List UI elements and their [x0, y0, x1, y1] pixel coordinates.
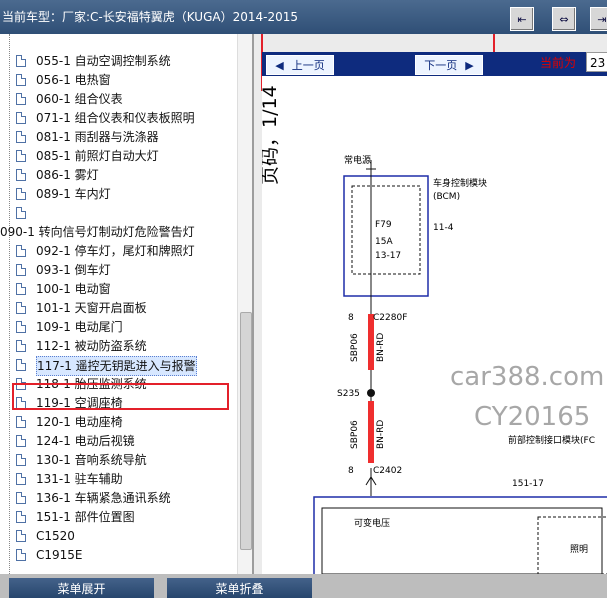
document-icon [16, 473, 26, 485]
document-icon [16, 74, 26, 86]
current-page-input[interactable]: 23 [586, 52, 607, 72]
fit-page-button[interactable]: ⇔ [552, 7, 576, 31]
current-page-label: 当前为 [540, 56, 577, 70]
document-icon [16, 435, 26, 447]
document-icon [16, 245, 26, 257]
document-icon [16, 131, 26, 143]
document-icon [16, 188, 26, 200]
expand-menu-button[interactable]: 菜单展开 [9, 578, 154, 598]
document-icon [16, 454, 26, 466]
document-icon [16, 359, 26, 371]
document-icon [16, 340, 26, 352]
document-icon [16, 93, 26, 105]
wire-color-top: BN-RD [376, 333, 386, 362]
wire-sbp06-bottom: SBP06 [350, 420, 360, 449]
window-title: 当前车型：厂家:C-长安福特翼虎（KUGA）2014-2015 [2, 10, 298, 24]
sidebar-scrollbar[interactable] [237, 34, 252, 574]
bcm-box [343, 175, 429, 297]
location-151-17: 151-17 [512, 479, 544, 489]
last-page-button[interactable]: ⇥ [590, 7, 607, 31]
variable-voltage-label: 可变电压 [354, 517, 390, 529]
bottom-bar: 菜单展开 菜单折叠 [0, 574, 607, 598]
interface-module-label: 前部控制接口模块(FC [508, 434, 595, 446]
connector-c2402: C2402 [373, 466, 402, 476]
document-icon [16, 302, 26, 314]
page-marker: 页码，1/14 [262, 85, 281, 185]
watermark-code: CY20165 [474, 402, 591, 432]
wiring-diagram-page: 页码，1/14 常电源 车身控制模块 (BCM) 11-4 F79 15A 13… [259, 76, 607, 574]
bcm-code: (BCM) [433, 192, 460, 202]
window-titlebar: 当前车型：厂家:C-长安福特翼虎（KUGA）2014-2015 ⇤ ⇔ ⇥ [0, 0, 607, 34]
wiring-diagram: 页码，1/14 常电源 车身控制模块 (BCM) 11-4 F79 15A 13… [259, 85, 607, 574]
document-icon [16, 264, 26, 276]
pin-label-11-4: 11-4 [433, 223, 454, 233]
wire-sbp06-top: SBP06 [350, 333, 360, 362]
document-icon [16, 283, 26, 295]
fuse-code: F79 [375, 220, 392, 230]
document-icon [16, 207, 26, 219]
scroll-thumb[interactable] [240, 312, 252, 550]
document-icon [16, 321, 26, 333]
document-icon [16, 511, 26, 523]
selection-highlight [12, 383, 229, 410]
red-wire-segment-2 [368, 401, 374, 463]
document-icon [16, 169, 26, 181]
lighting-label: 照明 [570, 544, 588, 555]
next-page-button[interactable]: 下一页 ▶ [415, 55, 483, 75]
fuse-amp: 15A [375, 237, 393, 247]
document-icon [16, 150, 26, 162]
document-icon [16, 492, 26, 504]
wire-color-bottom: BN-RD [376, 420, 386, 449]
previous-page-button[interactable]: ◀ 上一页 [266, 55, 334, 75]
document-icon [16, 416, 26, 428]
document-icon [16, 530, 26, 542]
document-icon [16, 55, 26, 67]
pin-8-bottom: 8 [348, 466, 354, 476]
document-icon [16, 112, 26, 124]
module-box [313, 496, 607, 574]
left-arrow-icon: ◀ [275, 58, 284, 72]
right-arrow-icon: ▶ [465, 58, 474, 72]
bcm-label: 车身控制模块 [433, 177, 487, 189]
document-tree[interactable]: 055-1 自动空调控制系统 056-1 电热窗 060-1 组合仪表 071-… [0, 34, 254, 574]
first-page-button[interactable]: ⇤ [510, 7, 534, 31]
power-label: 常电源 [344, 154, 371, 166]
splice-label: S235 [337, 389, 360, 399]
module-inner-box [321, 507, 603, 574]
tree-line [9, 34, 10, 574]
pin-8-top: 8 [348, 313, 354, 323]
document-icon [16, 549, 26, 561]
collapse-menu-button[interactable]: 菜单折叠 [167, 578, 312, 598]
splice-node [367, 389, 375, 397]
diagram-panel: ◀ 上一页 下一页 ▶ 当前为 23 页码，1/14 常电源 车身控制模块 (BCM… [254, 34, 607, 574]
watermark-site: car388.com [450, 362, 605, 392]
connector-c2280f: C2280F [373, 313, 407, 323]
fuse-location: 13-17 [375, 251, 401, 261]
